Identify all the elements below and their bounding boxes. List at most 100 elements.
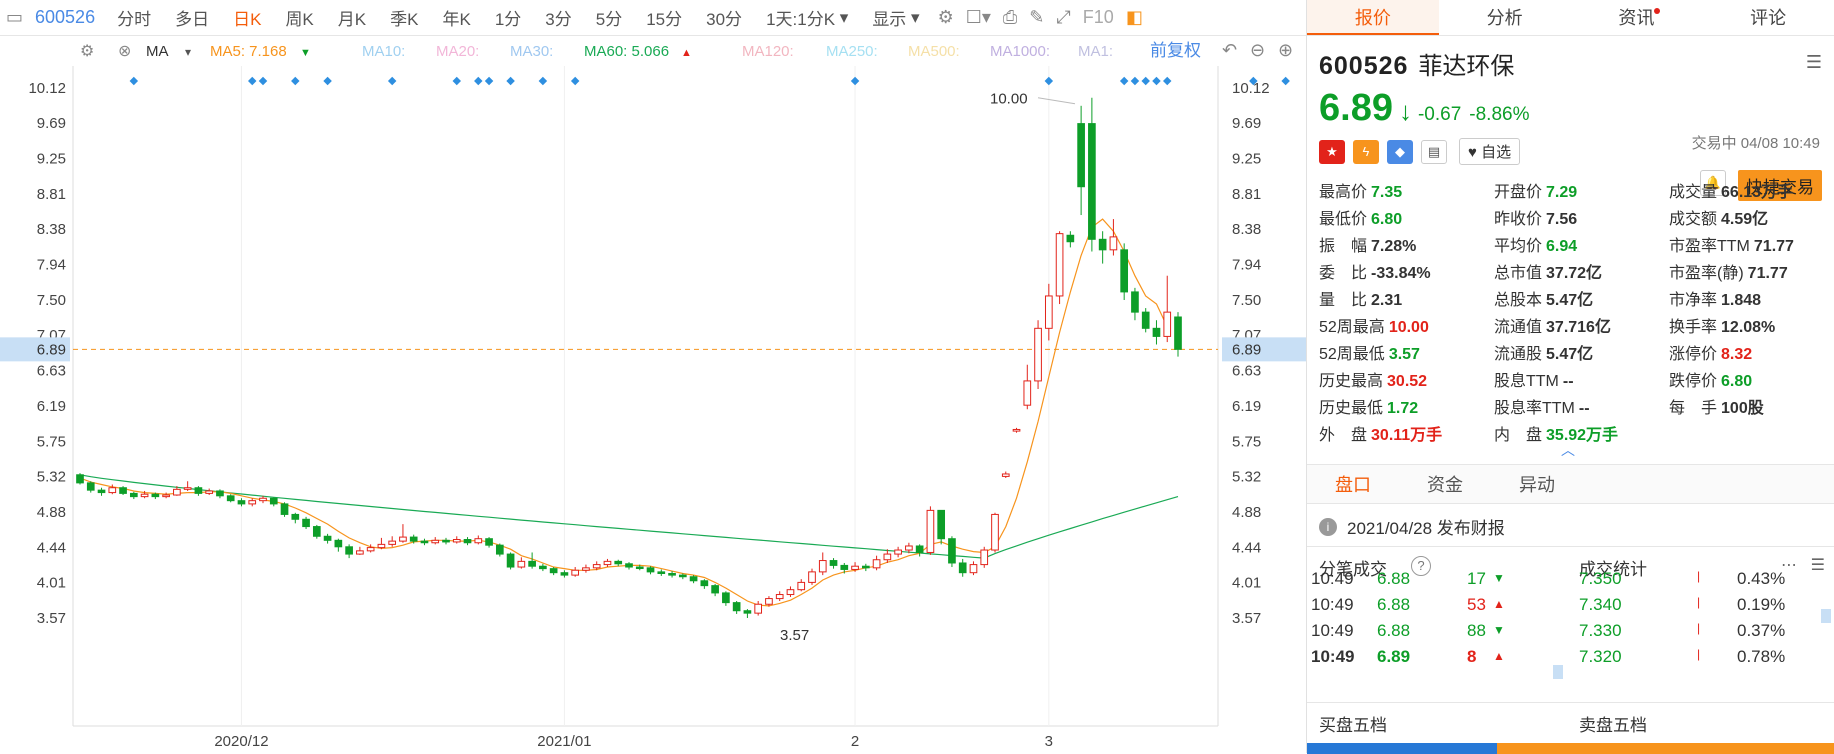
stat-pct: 0.43%: [1737, 569, 1786, 588]
stat-21: 历史最高 30.52: [1319, 373, 1428, 390]
tab-analysis[interactable]: 分析: [1439, 0, 1571, 35]
signal-marker: [1130, 76, 1140, 86]
tab-news[interactable]: 资讯: [1571, 0, 1703, 35]
period-tab-5[interactable]: 季K: [378, 0, 430, 36]
report-notice[interactable]: i 2021/04/28 发布财报: [1319, 514, 1505, 539]
ma30-label: MA30:: [510, 43, 553, 60]
y-tick-right: 8.38: [1232, 221, 1261, 238]
stat-9: 委 比 -33.84%: [1319, 265, 1431, 282]
stock-code-label[interactable]: 600526: [29, 7, 105, 28]
tab-movement[interactable]: 异动: [1491, 471, 1583, 497]
candle-body: [980, 549, 989, 566]
sub-tabs: 盘口 资金 异动: [1307, 464, 1834, 504]
y-tick-left: 4.88: [37, 504, 66, 521]
signal-marker: [258, 76, 268, 86]
candle-body: [205, 490, 214, 494]
panel-toggle-icon[interactable]: ◧: [1126, 7, 1143, 28]
adjust-select[interactable]: 前复权: [1150, 41, 1201, 60]
stat-19: 流通股 5.47亿: [1494, 346, 1594, 363]
china-flag-icon[interactable]: ★: [1319, 139, 1345, 164]
candle-body: [506, 553, 515, 568]
period-tab-7[interactable]: 1分: [483, 0, 533, 36]
kline-chart[interactable]: ⚙ ⊗ MA MA5: 7.168 MA10: MA20: MA30: MA60: 5.066…: [0, 36, 1306, 753]
y-tick-right: 4.44: [1232, 540, 1261, 557]
y-tick-left: 10.12: [28, 80, 66, 97]
period-tab-3[interactable]: 周K: [273, 0, 325, 36]
y-tick-right: 5.32: [1232, 468, 1261, 485]
y-tick-right: 9.69: [1232, 115, 1261, 132]
gear-icon[interactable]: ⚙: [938, 7, 954, 28]
info-icon: i: [1319, 517, 1337, 536]
x-tick-label: 2020/12: [214, 733, 268, 750]
tab-capital[interactable]: 资金: [1399, 471, 1491, 497]
candle-body: [818, 560, 827, 573]
candle-body: [646, 567, 655, 573]
menu-icon[interactable]: ☰: [1806, 52, 1822, 73]
candle-body: [280, 503, 289, 515]
zoom-out-icon[interactable]: ⊖: [1250, 40, 1265, 60]
candle-body: [786, 589, 795, 596]
add-favorite-button[interactable]: ♥ 自选: [1459, 138, 1521, 165]
signal-marker: [1162, 76, 1172, 86]
candle-body: [1109, 236, 1118, 251]
help-icon[interactable]: ?: [1411, 556, 1431, 576]
list-icon[interactable]: ☰: [1811, 555, 1825, 575]
note-icon[interactable]: ▤: [1421, 139, 1447, 164]
stat-14: 市净率 1.848: [1669, 292, 1762, 309]
tab-comments[interactable]: 评论: [1702, 0, 1834, 35]
candle-body: [463, 539, 472, 544]
candle-body: [151, 493, 160, 498]
candle-body: [226, 495, 235, 502]
tick-price: 6.88: [1377, 595, 1411, 614]
candle-body: [991, 513, 999, 551]
fullscreen-icon[interactable]: ⤢: [1056, 7, 1070, 28]
ma1-label: MA1:: [1078, 43, 1113, 60]
x-tick-label: 3: [1045, 733, 1053, 750]
tag-icon[interactable]: ◆: [1387, 139, 1413, 164]
stat-price: 7.340: [1579, 595, 1622, 614]
period-tab-6[interactable]: 年K: [430, 0, 482, 36]
y-tick-right: 5.75: [1232, 434, 1261, 451]
undo-icon[interactable]: ↶: [1222, 40, 1237, 60]
period-tab-11[interactable]: 30分: [694, 0, 754, 36]
zoom-in-icon[interactable]: ⊕: [1278, 40, 1293, 60]
range-select[interactable]: 1天:1分K ▾: [754, 0, 860, 36]
sidebar-toggle-icon[interactable]: ▭: [6, 7, 23, 28]
tab-quote[interactable]: 报价: [1307, 0, 1439, 35]
candle-body: [528, 560, 536, 567]
candle-body: [861, 565, 870, 569]
scroll-indicator: [1553, 665, 1563, 679]
candle-body: [1088, 123, 1096, 240]
stat-18: 52周最低 3.57: [1319, 346, 1420, 363]
candle-body: [1012, 428, 1021, 432]
period-tab-4[interactable]: 月K: [326, 0, 378, 36]
tick-volume: 17: [1467, 569, 1486, 588]
period-tab-9[interactable]: 5分: [584, 0, 634, 36]
collapse-icon[interactable]: ︿: [1561, 440, 1575, 460]
pen-icon[interactable]: ✎: [1029, 7, 1044, 28]
period-tab-8[interactable]: 3分: [533, 0, 583, 36]
period-tab-1[interactable]: 多日: [163, 0, 221, 36]
stat-24: 历史最低 1.72: [1319, 400, 1419, 417]
square-select-icon[interactable]: ☐▾: [966, 7, 991, 28]
f10-button[interactable]: F10: [1083, 7, 1114, 28]
stat-bar: |: [1697, 595, 1701, 609]
candle-body: [743, 610, 752, 614]
current-price-left: 6.89: [37, 341, 66, 358]
lightning-icon[interactable]: ϟ: [1353, 139, 1379, 164]
stat-20: 涨停价 8.32: [1669, 346, 1753, 363]
period-tab-0[interactable]: 分时: [105, 0, 163, 36]
high-label: 10.00: [990, 91, 1028, 108]
candle-body: [668, 572, 676, 576]
tab-order-book[interactable]: 盘口: [1307, 471, 1399, 497]
ma250-label: MA250:: [826, 43, 878, 60]
y-tick-right: 4.01: [1232, 574, 1261, 591]
candle-body: [582, 567, 590, 571]
candle-body: [926, 509, 935, 553]
stat-29: [1669, 421, 1834, 442]
y-tick-right: 4.88: [1232, 504, 1261, 521]
display-select[interactable]: 显示 ▾: [860, 0, 931, 36]
period-tab-10[interactable]: 15分: [634, 0, 694, 36]
period-tab-2[interactable]: 日K: [221, 0, 273, 36]
camera-icon[interactable]: ⎙: [1003, 7, 1017, 28]
